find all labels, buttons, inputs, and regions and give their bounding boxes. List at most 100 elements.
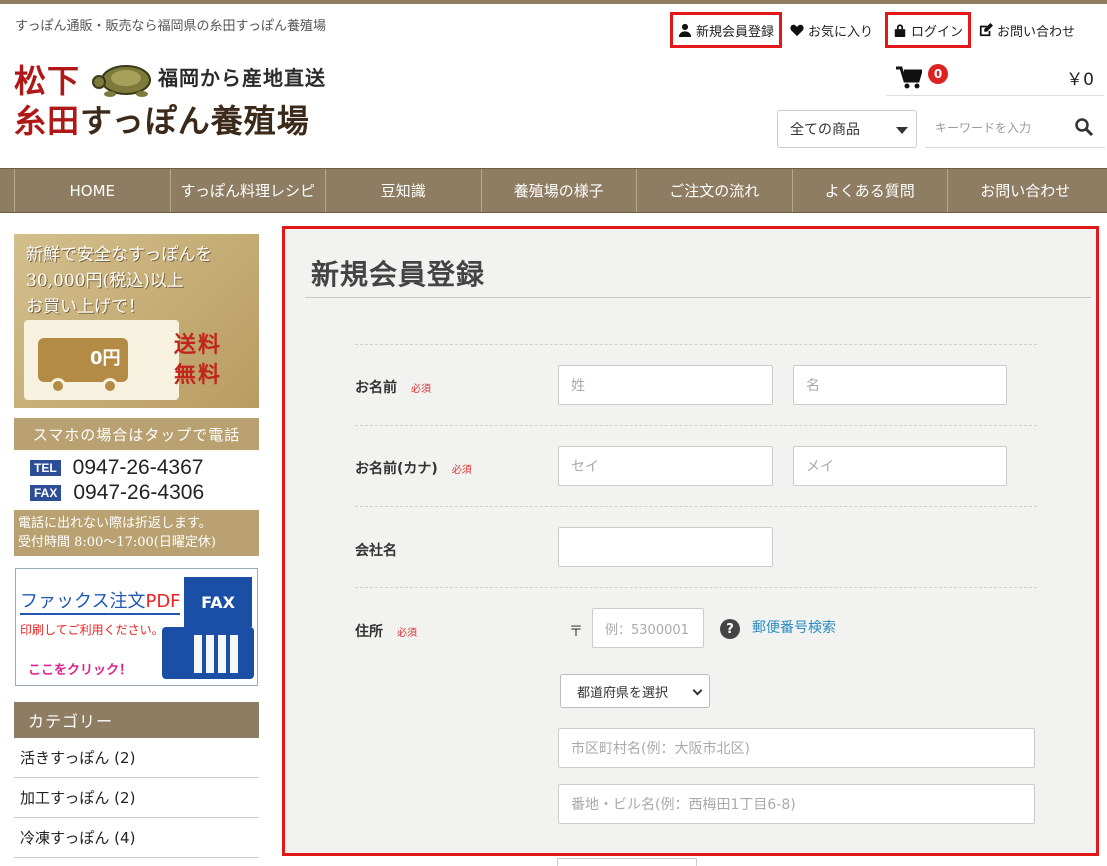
favorites-link-label: お気に入り	[808, 24, 874, 40]
nav-item-order-flow[interactable]: ご注文の流れ	[636, 169, 792, 212]
phone-banner[interactable]: スマホの場合はタップで電話 TEL 0947-26-4367 FAX 0947-…	[14, 418, 259, 556]
fax-label: FAX	[30, 485, 62, 501]
category-list: 活きすっぽん (2) 加工すっぽん (2) 冷凍すっぽん (4)	[14, 738, 259, 858]
next-field-peek	[557, 858, 697, 866]
phone-foot-line2: 受付時間 8:00〜17:00(日曜定休)	[18, 535, 216, 550]
category-select[interactable]: 全ての商品	[777, 110, 917, 148]
city-input[interactable]: 市区町村名(例：大阪市北区)	[558, 728, 1035, 768]
nav-item-faq[interactable]: よくある質問	[791, 169, 948, 212]
form-divider	[355, 587, 1037, 588]
last-name-kana-placeholder: セイ	[571, 459, 599, 475]
nav-item-recipes[interactable]: すっぽん料理レシピ	[169, 169, 326, 212]
free-shipping-banner[interactable]: 新鮮で安全なすっぽんを 30,000円(税込)以上 お買い上げで！ 0円 送料 …	[14, 234, 259, 408]
required-badge: 必須	[451, 464, 472, 476]
zip-placeholder: 例：5300001	[605, 622, 689, 638]
first-name-input[interactable]: 名	[793, 365, 1007, 405]
truck-icon: 0円	[24, 320, 179, 400]
shipping-text-line1: 新鮮で安全なすっぽんを	[26, 245, 213, 265]
company-label: 会社名	[355, 540, 397, 560]
truck-label: 0円	[90, 348, 121, 369]
search-icon[interactable]	[1075, 118, 1093, 136]
chevron-down-icon	[896, 127, 908, 134]
last-name-kana-input[interactable]: セイ	[558, 446, 773, 486]
shipping-text-line3: お買い上げで！	[26, 297, 145, 317]
category-item[interactable]: 冷凍すっぽん (4)	[14, 818, 259, 858]
kana-label: お名前(カナ) 必須	[355, 458, 472, 478]
phone-foot-line1: 電話に出れない際は折返します。	[18, 516, 212, 531]
truck-wheel	[102, 378, 118, 394]
nav-item-trivia[interactable]: 豆知識	[325, 169, 481, 212]
address-label: 住所 必須	[355, 621, 417, 641]
shipping-text-line2: 30,000円(税込)以上	[26, 271, 184, 291]
fax-order-pdf: PDF	[145, 591, 181, 612]
nav-item-home[interactable]: HOME	[14, 169, 170, 212]
favorites-link[interactable]: お気に入り	[782, 12, 881, 48]
search-placeholder: キーワードを入力	[935, 121, 1032, 135]
tel-label: TEL	[30, 460, 61, 476]
cart-icon	[896, 66, 922, 88]
logo-subtitle: 福岡から産地直送	[158, 66, 326, 90]
edit-icon	[979, 23, 994, 37]
company-input[interactable]	[558, 527, 773, 567]
truck-wheel	[50, 378, 66, 394]
form-divider	[355, 506, 1037, 507]
nav-item-contact[interactable]: お問い合わせ	[947, 169, 1103, 212]
prefecture-select-value: 都道府県を選択	[577, 685, 669, 701]
category-select-value: 全ての商品	[790, 122, 860, 138]
search-input[interactable]: キーワードを入力	[925, 108, 1105, 148]
fax-order-banner[interactable]: ファックス注文PDF 印刷してご利用ください。 ここをクリック！ FAX	[15, 568, 258, 686]
nav-item-farm[interactable]: 養殖場の様子	[480, 169, 637, 212]
first-name-kana-input[interactable]: メイ	[793, 446, 1007, 486]
zip-search-link[interactable]: 郵便番号検索	[752, 617, 836, 637]
prefecture-select[interactable]: 都道府県を選択	[560, 674, 710, 708]
top-accent-bar	[0, 0, 1107, 4]
main-nav: HOME すっぽん料理レシピ 豆知識 養殖場の様子 ご注文の流れ よくある質問 …	[0, 168, 1107, 213]
shipping-banner-text: 新鮮で安全なすっぽんを 30,000円(税込)以上 お買い上げで！	[26, 242, 212, 320]
phone-banner-header: スマホの場合はタップで電話	[32, 426, 241, 444]
cart-total: ￥0	[1066, 70, 1094, 90]
first-name-placeholder: 名	[806, 378, 820, 394]
first-name-kana-placeholder: メイ	[806, 459, 834, 475]
fax-keypad-icon	[162, 627, 254, 679]
lock-icon	[894, 24, 906, 37]
form-divider	[355, 344, 1037, 345]
header-links: 新規会員登録 お気に入り ログイン お問い合わせ	[670, 12, 1083, 48]
tel-number: 0947-26-4367	[72, 456, 204, 479]
sidebar: 新鮮で安全なすっぽんを 30,000円(税込)以上 お買い上げで！ 0円 送料 …	[14, 234, 259, 858]
name-label-text: お名前	[355, 380, 397, 396]
logo-line2-red: 糸田	[14, 102, 81, 140]
required-badge: 必須	[411, 383, 431, 395]
form-divider	[355, 425, 1037, 426]
category-item[interactable]: 加工すっぽん (2)	[14, 778, 259, 818]
last-name-placeholder: 姓	[571, 378, 585, 394]
city-placeholder: 市区町村名(例：大阪市北区)	[571, 741, 750, 757]
zip-input[interactable]: 例：5300001	[592, 608, 704, 648]
fax-order-underline	[20, 613, 180, 615]
contact-link[interactable]: お問い合わせ	[971, 12, 1083, 48]
fax-row: FAX 0947-26-4306	[30, 481, 204, 505]
login-link-label: ログイン	[911, 24, 964, 40]
fax-number: 0947-26-4306	[73, 481, 205, 504]
category-item[interactable]: 活きすっぽん (2)	[14, 738, 259, 778]
street-placeholder: 番地・ビル名(例：西梅田1丁目6-8)	[571, 797, 796, 813]
free-line2: 無料	[174, 362, 223, 388]
site-logo[interactable]: 松下 福岡から産地直送 糸田すっぽん養殖場	[14, 56, 354, 140]
login-link[interactable]: ログイン	[885, 12, 972, 48]
street-input[interactable]: 番地・ビル名(例：西梅田1丁目6-8)	[558, 784, 1035, 824]
fax-order-sub: 印刷してご利用ください。	[20, 623, 164, 637]
free-shipping-text: 送料 無料	[174, 330, 222, 390]
logo-line2-text: すっぽん養殖場	[80, 102, 310, 140]
help-icon[interactable]: ?	[720, 619, 740, 639]
user-icon	[678, 23, 692, 37]
free-line1: 送料	[174, 332, 223, 358]
required-badge: 必須	[397, 627, 417, 639]
register-link[interactable]: 新規会員登録	[670, 12, 783, 48]
last-name-input[interactable]: 姓	[558, 365, 773, 405]
fax-order-click: ここをクリック！	[28, 663, 133, 678]
fax-keypad-grid	[194, 635, 242, 673]
fax-order-title: ファックス注文PDF	[20, 587, 181, 613]
company-label-text: 会社名	[355, 543, 397, 559]
cart-summary[interactable]: 0 ￥0	[886, 60, 1104, 96]
fax-order-title-text: ファックス注文	[20, 591, 146, 612]
name-label: お名前 必須	[355, 377, 431, 397]
